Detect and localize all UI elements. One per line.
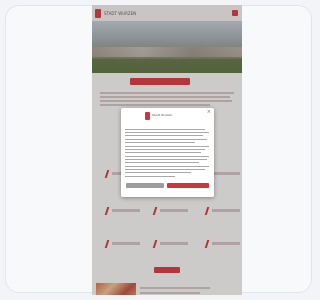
modal-text-line <box>125 149 205 151</box>
modal-text-line <box>125 135 203 137</box>
modal-text-line <box>125 176 175 178</box>
logo-mark-icon <box>145 112 150 120</box>
modal-text-line <box>125 152 201 154</box>
modal-logo-text: Stadt Wurzen <box>152 113 173 117</box>
modal-logo: Stadt Wurzen <box>145 112 175 120</box>
modal-text-line <box>125 159 207 161</box>
cookie-consent-dialog: Stadt Wurzen × <box>121 108 214 197</box>
modal-text-line <box>125 156 209 158</box>
modal-text-line <box>125 146 209 148</box>
modal-text-line <box>125 166 209 168</box>
modal-text-line <box>125 129 205 131</box>
modal-text-line <box>125 132 209 134</box>
modal-text-line <box>125 139 207 141</box>
accept-button[interactable] <box>167 183 209 188</box>
modal-text-line <box>125 162 199 164</box>
close-icon[interactable]: × <box>207 110 211 115</box>
decline-button[interactable] <box>126 183 164 188</box>
modal-text-line <box>125 142 195 144</box>
modal-text-line <box>125 169 205 171</box>
modal-text-line <box>125 172 191 174</box>
